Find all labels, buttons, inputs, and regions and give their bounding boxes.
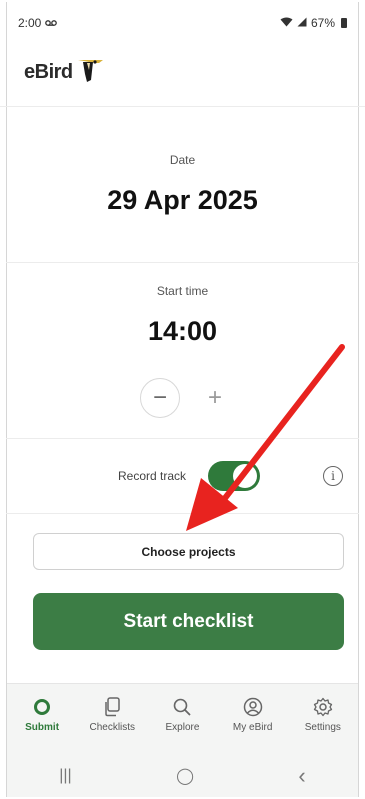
record-track-toggle[interactable] <box>208 461 260 491</box>
app-header: eBird <box>0 38 365 107</box>
submit-icon <box>33 696 51 718</box>
divider <box>6 262 359 263</box>
voicemail-icon <box>45 16 58 30</box>
time-decrement-button[interactable]: − <box>140 378 180 418</box>
divider <box>6 513 359 514</box>
nav-item-my-ebird[interactable]: My eBird <box>221 696 285 733</box>
nav-label: Explore <box>165 722 200 733</box>
logo-text: eBird <box>24 60 73 83</box>
nav-label: My eBird <box>232 722 273 733</box>
status-bar: 2:00 67% <box>18 14 347 32</box>
nav-label: Checklists <box>89 722 136 733</box>
choose-projects-button[interactable]: Choose projects <box>33 533 344 570</box>
time-increment-button[interactable]: + <box>202 378 228 418</box>
status-time: 2:00 <box>18 16 42 30</box>
bottom-nav: Submit Checklists Explore My eBird Setti… <box>7 683 358 755</box>
nav-item-settings[interactable]: Settings <box>291 696 355 733</box>
search-icon <box>172 696 192 718</box>
record-track-label: Record track <box>118 469 187 483</box>
divider <box>6 438 359 439</box>
info-symbol: i <box>331 469 335 483</box>
start-time-label: Start time <box>156 284 209 298</box>
gear-icon <box>313 696 333 718</box>
info-icon[interactable]: i <box>323 466 343 486</box>
profile-icon <box>243 696 263 718</box>
date-value[interactable]: 29 Apr 2025 <box>0 185 365 216</box>
minus-icon: − <box>152 384 167 411</box>
wifi-icon <box>280 16 293 30</box>
battery-percent: 67% <box>310 16 335 30</box>
nav-item-explore[interactable]: Explore <box>150 696 214 733</box>
nav-item-checklists[interactable]: Checklists <box>80 696 144 733</box>
phone-frame <box>6 2 359 797</box>
bird-logo-icon <box>75 56 105 89</box>
system-nav-bar: ||| ◯ ‹ <box>7 755 358 797</box>
nav-item-submit[interactable]: Submit <box>10 696 74 733</box>
battery-icon <box>341 18 347 28</box>
nav-label: Submit <box>25 722 60 733</box>
toggle-knob <box>233 464 257 488</box>
back-icon[interactable]: ‹ <box>298 763 305 789</box>
home-icon[interactable]: ◯ <box>176 766 194 786</box>
ebird-logo: eBird <box>24 56 105 89</box>
signal-icon <box>297 16 307 30</box>
checklists-icon <box>103 696 121 718</box>
date-label: Date <box>169 153 196 167</box>
recents-icon[interactable]: ||| <box>59 767 71 785</box>
start-time-value[interactable]: 14:00 <box>0 316 365 347</box>
plus-icon: + <box>207 384 222 411</box>
start-checklist-button[interactable]: Start checklist <box>33 593 344 650</box>
nav-label: Settings <box>304 722 341 733</box>
